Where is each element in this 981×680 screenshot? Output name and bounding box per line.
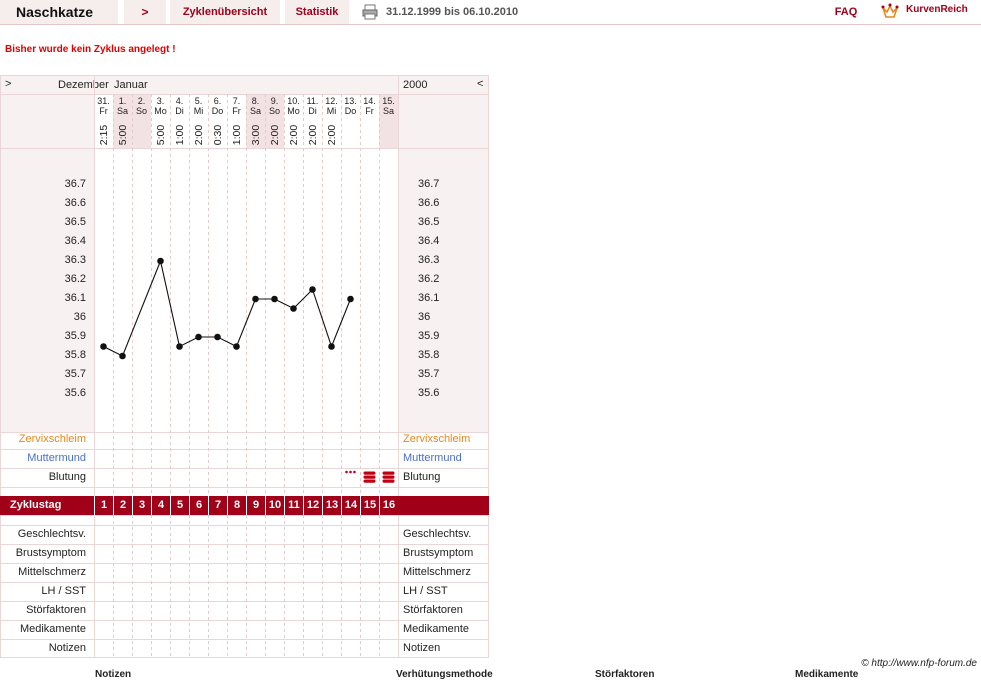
bottom-header-notizen: Notizen [95,669,132,680]
bleeding-heavy-mark [382,471,395,475]
cycle-day-number: 15 [360,496,379,515]
bleeding-heavy-mark [363,471,376,475]
temperature-point [290,305,297,312]
bleeding-heavy-mark [363,479,376,483]
cycle-day-number: 6 [189,496,208,515]
temperature-point [252,295,259,303]
top-bar: Naschkatze > Zyklenübersicht Statistik 3… [0,0,981,25]
printer-icon[interactable] [362,4,378,20]
bleeding-heavy-mark [363,475,376,479]
cycle-day-number: 11 [284,496,303,515]
footer-credit: © http://www.nfp-forum.de [861,658,977,669]
cycle-day-number: 16 [379,496,398,515]
bleeding-spotting-mark [345,470,348,474]
temperature-point [214,333,221,341]
temperature-point [119,352,126,360]
faq-link[interactable]: FAQ [826,0,866,24]
brand-name: KurvenReich [906,4,968,15]
bleeding-heavy-mark [382,475,395,479]
bottom-header-stoerfaktoren: Störfaktoren [595,669,655,680]
cycle-day-bar: Zyklustag 1 2 3 4 5 6 7 8 9 10 11 12 13 14 15 16 [0,496,489,515]
temperature-point [176,343,183,350]
cycle-day-number: 10 [265,496,284,515]
nav-cycle-overview-link[interactable]: Zyklenübersicht [170,0,280,24]
cycle-day-number: 7 [208,496,227,515]
cycle-day-number: 14 [341,496,360,515]
cycle-day-number: 3 [132,496,151,515]
brand-logo-icon [880,2,900,22]
bottom-header-medikamente: Medikamente [795,669,859,680]
cycle-day-number: 2 [113,496,132,515]
nav-arrow-button[interactable]: > [124,0,166,24]
date-range: 31.12.1999 bis 06.10.2010 [386,6,519,18]
bleeding-spotting-mark [353,470,356,474]
temperature-point [195,333,202,341]
nav-statistics-link[interactable]: Statistik [285,0,349,24]
temperature-point [157,257,164,265]
grid-border [0,75,489,658]
temperature-point [328,343,335,350]
cycle-day-number: 8 [227,496,246,515]
no-cycle-alert: Bisher wurde kein Zyklus angelegt ! [5,44,176,55]
bleeding-heavy-mark [382,479,395,483]
cycle-day-number: 9 [246,496,265,515]
temperature-point [347,295,354,303]
cycle-day-number: 4 [151,496,170,515]
cycle-day-number: 12 [303,496,322,515]
temperature-point [233,343,240,350]
cycle-day-number: 5 [170,496,189,515]
temperature-point [271,295,278,303]
temperature-point [309,286,316,293]
bleeding-spotting-mark [349,470,352,474]
bottom-header-verhuetung: Verhütungsmethode [396,669,493,680]
cycle-day-number: 1 [94,496,113,515]
user-name: Naschkatze [0,0,118,24]
cycle-chart: > Dezember Januar 2000 < 31. Fr 1. Sa 2. So 3.… [0,75,489,658]
temperature-point [100,343,107,350]
cycle-day-number: 13 [322,496,341,515]
cycle-day-label: Zyklustag [10,499,62,511]
